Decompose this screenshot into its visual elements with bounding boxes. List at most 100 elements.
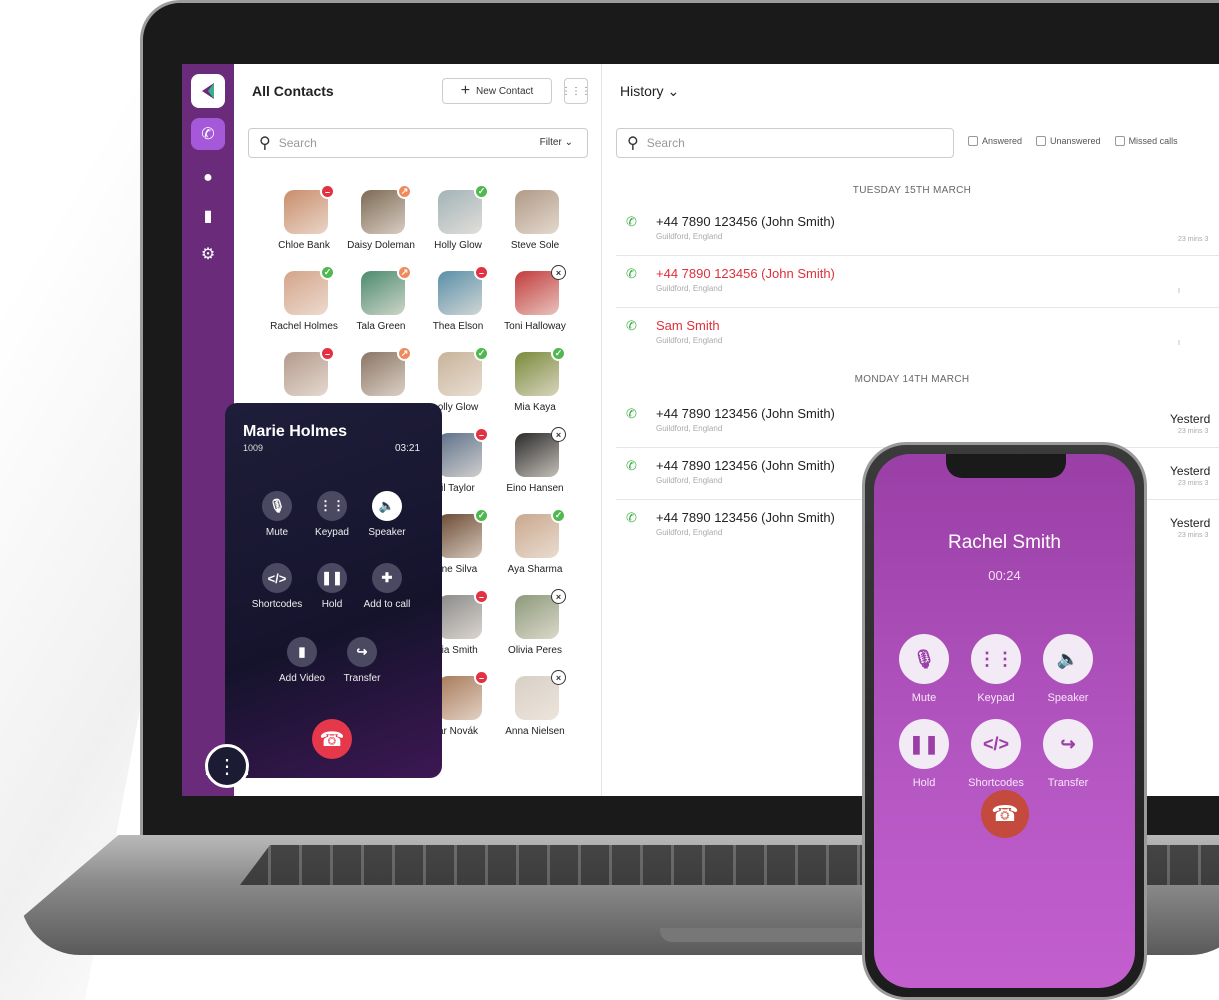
incoming-call-icon: ✆ xyxy=(626,214,637,229)
contact-card[interactable]: Steve Sole xyxy=(497,184,573,264)
add-to-call-button[interactable]: ✚ Add to call xyxy=(352,563,422,610)
mobile-shortcodes-button[interactable]: </> Shortcodes xyxy=(958,719,1034,789)
contact-card[interactable]: ↗ Daisy Doleman xyxy=(343,184,419,264)
end-call-button[interactable]: ☎ xyxy=(312,719,352,759)
contact-card[interactable]: ↗ Tala Green xyxy=(343,265,419,345)
phone-icon[interactable]: ✆ xyxy=(191,118,225,150)
keypad-icon: ⋮⋮ xyxy=(317,491,347,521)
chat-icon[interactable]: ● xyxy=(196,166,220,190)
incoming-call-icon: ✆ xyxy=(626,510,637,525)
dialpad-button[interactable]: ⋮⋮⋮ xyxy=(197,744,257,788)
status-dnd-icon: – xyxy=(474,589,489,604)
hangup-icon: ☎ xyxy=(319,728,345,751)
filter-missed[interactable]: Missed calls xyxy=(1114,136,1178,146)
call-date: Yesterd xyxy=(1170,412,1211,426)
button-label: Transfer xyxy=(343,673,381,684)
contact-card[interactable]: × Anna Nielsen xyxy=(497,670,573,750)
checkbox-icon xyxy=(968,136,978,146)
keypad-icon: ⋮⋮⋮ xyxy=(197,755,257,778)
call-row[interactable]: ✆ +44 7890 123456 (John Smith) Guildford, … xyxy=(616,256,1219,308)
call-row[interactable]: ✆ +44 7890 123456 (John Smith) Guildford, … xyxy=(616,204,1219,256)
call-row[interactable]: ✆ Sam Smith Guildford, England I xyxy=(616,308,1219,360)
call-number: +44 7890 123456 (John Smith) xyxy=(656,214,835,229)
history-search-input[interactable]: ⚲ Search xyxy=(616,128,954,158)
transfer-icon: ↪ xyxy=(1043,719,1093,769)
mobile-speaker-button[interactable]: 🔈 Speaker xyxy=(1030,634,1106,704)
call-location: Guildford, England xyxy=(656,336,723,345)
call-ago: 23 mins 3 xyxy=(1178,428,1209,435)
status-dnd-icon: – xyxy=(320,184,335,199)
button-label: Shortcodes xyxy=(968,777,1024,789)
day-header: MONDAY 14TH MARCH xyxy=(854,374,970,385)
speaker-button[interactable]: 🔈 Speaker xyxy=(352,491,422,538)
contact-name: Eino Hansen xyxy=(506,483,564,494)
mobile-caller-name: Rachel Smith xyxy=(948,532,1061,553)
button-label: Hold xyxy=(912,777,936,789)
mobile-hold-button[interactable]: ❚❚ Hold xyxy=(886,719,962,789)
code-icon: </> xyxy=(262,563,292,593)
pause-icon: ❚❚ xyxy=(899,719,949,769)
transfer-button[interactable]: ↪ Transfer xyxy=(327,637,397,684)
history-title-dropdown[interactable]: History ⌄ xyxy=(620,83,679,100)
button-label: Speaker xyxy=(368,527,406,538)
contact-card[interactable]: × Toni Halloway xyxy=(497,265,573,345)
call-location: Guildford, England xyxy=(656,476,723,485)
contact-name: Chloe Bank xyxy=(278,240,330,251)
mobile-keypad-button[interactable]: ⋮⋮ Keypad xyxy=(958,634,1034,704)
filter-unanswered[interactable]: Unanswered xyxy=(1036,136,1101,146)
contact-name: Anna Nielsen xyxy=(505,726,565,737)
contact-card[interactable]: – Chloe Bank xyxy=(266,184,342,264)
call-location: Guildford, England xyxy=(656,528,723,537)
code-icon: </> xyxy=(971,719,1021,769)
grid-view-button[interactable]: ⋮⋮⋮ xyxy=(561,78,591,104)
call-ago: I xyxy=(1178,288,1180,295)
new-contact-button[interactable]: + New Contact xyxy=(442,78,552,104)
call-ago: I xyxy=(1178,340,1180,347)
contacts-search-input[interactable]: ⚲ Search Filter ⌄ xyxy=(248,128,588,158)
contact-card[interactable]: × Eino Hansen xyxy=(497,427,573,507)
active-call-panel: Marie Holmes 1009 03:21 🎙 Mute ⋮⋮ Keypad 🔈 Sp… xyxy=(225,403,442,778)
contact-card[interactable]: ✓ Aya Sharma xyxy=(497,508,573,588)
contacts-title: All Contacts xyxy=(252,83,334,99)
contact-name: Toni Halloway xyxy=(504,321,566,332)
contacts-search-placeholder: Search xyxy=(278,136,317,150)
status-ok-icon: ✓ xyxy=(320,265,335,280)
status-ok-icon: ✓ xyxy=(474,346,489,361)
call-number: Sam Smith xyxy=(656,318,720,333)
call-row[interactable]: ✆ +44 7890 123456 (John Smith) Guildford, … xyxy=(616,396,1219,448)
contact-card[interactable]: ✓ Holly Glow xyxy=(420,184,496,264)
status-dnd-icon: – xyxy=(474,427,489,442)
status-dnd-icon: – xyxy=(474,670,489,685)
transfer-icon: ↪ xyxy=(347,637,377,667)
status-away-icon: ↗ xyxy=(397,346,412,361)
status-dnd-icon: – xyxy=(320,346,335,361)
history-title: History xyxy=(620,83,664,99)
status-ok-icon: ✓ xyxy=(551,346,566,361)
call-duration: 03:21 xyxy=(395,443,421,454)
contact-card[interactable]: × Olivia Peres xyxy=(497,589,573,669)
mobile-transfer-button[interactable]: ↪ Transfer xyxy=(1030,719,1106,789)
video-icon[interactable]: ▮ xyxy=(196,204,220,228)
incoming-call-icon: ✆ xyxy=(626,318,637,333)
status-off-icon: × xyxy=(551,427,566,442)
mic-off-icon: 🎙 xyxy=(899,634,949,684)
checkbox-icon xyxy=(1114,136,1125,146)
mobile-call-duration: 00:24 xyxy=(988,568,1021,583)
checkbox-icon xyxy=(1036,136,1047,146)
contact-card[interactable]: ✓ Mia Kaya xyxy=(497,346,573,426)
laptop-notch xyxy=(660,928,880,942)
call-ago: 23 mins 3 xyxy=(1178,532,1209,539)
filter-answered[interactable]: Answered xyxy=(968,136,1022,146)
add-person-icon: ✚ xyxy=(372,563,402,593)
contact-name: Thea Elson xyxy=(432,321,484,332)
filter-dropdown[interactable]: Filter ⌄ xyxy=(540,137,573,148)
contact-card[interactable]: – Thea Elson xyxy=(420,265,496,345)
settings-gear-icon[interactable]: ⚙ xyxy=(196,242,220,266)
app-logo[interactable] xyxy=(191,74,225,108)
keypad-icon: ⋮⋮ xyxy=(971,634,1021,684)
call-location: Guildford, England xyxy=(656,232,723,241)
mobile-end-call-button[interactable]: ☎ xyxy=(981,790,1029,838)
mobile-mute-button[interactable]: 🎙 Mute xyxy=(886,634,962,704)
contact-card[interactable]: ✓ Rachel Holmes xyxy=(266,265,342,345)
history-filters: Answered Unanswered Missed calls xyxy=(968,136,1178,146)
